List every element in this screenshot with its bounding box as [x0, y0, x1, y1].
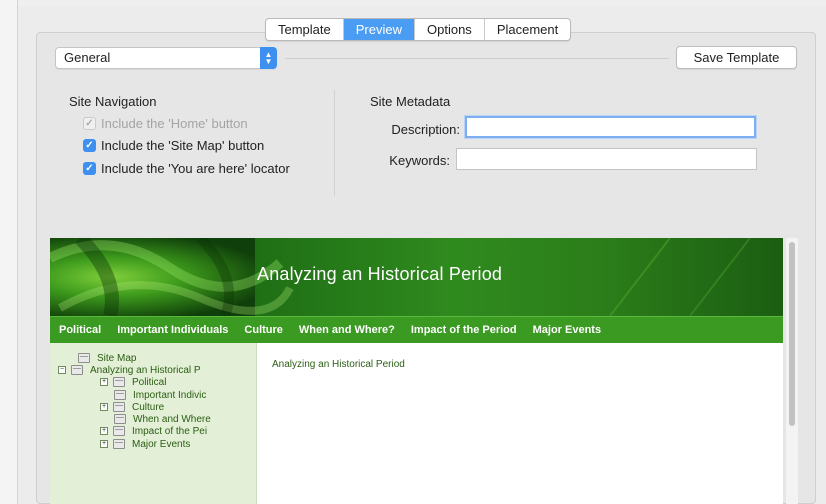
tree-item[interactable]: + Major Events	[100, 437, 190, 451]
folder-icon	[71, 365, 83, 375]
nav-item-culture[interactable]: Culture	[244, 324, 283, 336]
collapse-icon[interactable]: −	[58, 366, 66, 374]
locator-option-label: Include the 'You are here' locator	[101, 160, 290, 176]
tree-item-label: Important Indivic	[133, 389, 207, 401]
preview-content-text: Analyzing an Historical Period	[272, 359, 405, 370]
expand-icon[interactable]: +	[100, 427, 108, 435]
home-option-label: Include the 'Home' button	[101, 115, 248, 131]
tree-item[interactable]: + Political	[100, 375, 166, 389]
select-arrows-icon: ▲ ▼	[260, 47, 277, 69]
locator-checkbox-icon[interactable]: ✓	[83, 161, 96, 175]
folder-icon	[113, 402, 125, 412]
expand-icon[interactable]: +	[100, 403, 108, 411]
general-select[interactable]: General ▲ ▼	[55, 47, 277, 69]
tab-template[interactable]: Template	[266, 19, 344, 40]
tree-item-label: Major Events	[132, 438, 191, 450]
site-metadata-heading: Site Metadata	[370, 94, 451, 109]
site-map-option[interactable]: ✓ Include the 'Site Map' button	[83, 136, 264, 154]
keywords-field[interactable]	[456, 148, 757, 170]
tree-item-label: Political	[132, 376, 167, 388]
nav-item-impact[interactable]: Impact of the Period	[411, 324, 517, 336]
section-divider	[334, 90, 335, 196]
tree-item-label: Culture	[132, 401, 165, 413]
template-preview: Analyzing an Historical Period Political…	[50, 238, 783, 504]
folder-icon	[114, 390, 126, 400]
expand-icon[interactable]: +	[100, 378, 108, 386]
site-map-option-label: Include the 'Site Map' button	[101, 137, 265, 153]
tab-options[interactable]: Options	[415, 19, 485, 40]
locator-option[interactable]: ✓ Include the 'You are here' locator	[83, 159, 290, 177]
nav-item-when-and-where[interactable]: When and Where?	[299, 324, 395, 336]
folder-icon	[113, 377, 125, 387]
general-select-value: General	[64, 50, 111, 65]
tree-item-label: When and Where	[133, 413, 211, 425]
home-button-option: ✓ Include the 'Home' button	[83, 114, 248, 132]
tab-bar: Template Preview Options Placement	[265, 18, 572, 41]
preview-navbar: Political Important Individuals Culture …	[50, 316, 783, 343]
description-field[interactable]	[465, 116, 756, 138]
tree-item-label: Impact of the Pei	[132, 425, 208, 437]
keywords-label: Keywords:	[389, 153, 450, 168]
nav-item-political[interactable]: Political	[59, 324, 101, 336]
folder-icon	[78, 353, 90, 363]
folder-icon	[113, 426, 125, 436]
preview-scrollbar[interactable]	[786, 238, 798, 504]
banner-title: Analyzing an Historical Period	[257, 264, 503, 284]
tree-item-label: Analyzing an Historical P	[90, 364, 201, 376]
preview-banner: Analyzing an Historical Period	[50, 238, 783, 316]
site-navigation-heading: Site Navigation	[69, 94, 157, 109]
expand-icon[interactable]: +	[100, 440, 108, 448]
scroll-thumb[interactable]	[789, 242, 795, 426]
tab-placement[interactable]: Placement	[485, 19, 570, 40]
description-label: Description:	[391, 122, 460, 137]
toolbar-separator	[285, 58, 669, 59]
nav-item-major-events[interactable]: Major Events	[533, 324, 601, 336]
folder-icon	[114, 414, 126, 424]
window-top-strip	[18, 0, 826, 6]
window-left-edge	[0, 0, 18, 504]
tree-item[interactable]: + Impact of the Pei	[100, 424, 207, 438]
save-template-button[interactable]: Save Template	[676, 46, 797, 69]
nav-item-important-individuals[interactable]: Important Individuals	[117, 324, 228, 336]
folder-icon	[113, 439, 125, 449]
sidebar-divider	[256, 343, 257, 504]
site-map-checkbox-icon[interactable]: ✓	[83, 138, 96, 152]
tab-preview[interactable]: Preview	[343, 19, 415, 40]
tree-item-label: Site Map	[97, 352, 137, 364]
home-checkbox-icon: ✓	[83, 116, 96, 130]
preview-sidebar: Site Map − Analyzing an Historical P + P…	[50, 343, 256, 504]
